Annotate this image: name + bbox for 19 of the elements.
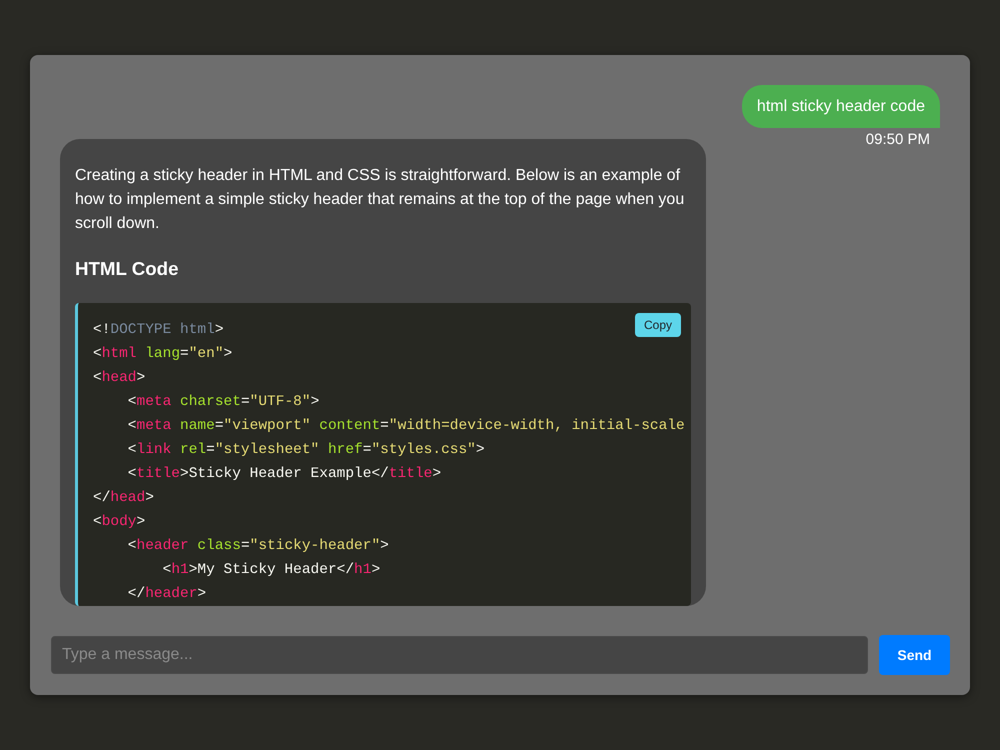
send-button[interactable]: Send	[879, 635, 950, 675]
copy-button[interactable]: Copy	[634, 313, 681, 337]
code-line: </header>	[128, 585, 206, 604]
section-heading: HTML Code	[75, 257, 180, 281]
code-line: <h1>My Sticky Header</h1>	[162, 561, 380, 580]
code-line: <html lang="en">	[93, 345, 232, 364]
code-line: <meta charset="UTF-8">	[128, 393, 320, 412]
code-line: <header class="sticky-header">	[128, 537, 389, 556]
user-message-bubble: html sticky header code	[742, 85, 940, 128]
message-paragraph: Creating a sticky header in HTML and CSS is straightforward. Below is an example of how to implement a simple sticky header that remains at the top of the page when you scroll down.	[75, 166, 686, 234]
code-line: <link rel="stylesheet" href="styles.css">	[128, 441, 485, 460]
code-line: <title>Sticky Header Example</title>	[128, 465, 442, 484]
message-input[interactable]: Type a message...	[51, 636, 868, 674]
code-line: <head>	[93, 369, 146, 388]
code-line: <meta name="viewport" content="width=device-width, initial-scale	[128, 417, 685, 436]
code-line: <body>	[93, 513, 146, 532]
code-line: </head>	[93, 489, 154, 508]
code-line: <!DOCTYPE html>	[93, 321, 224, 340]
message-time: 09:50 PM	[866, 131, 930, 149]
